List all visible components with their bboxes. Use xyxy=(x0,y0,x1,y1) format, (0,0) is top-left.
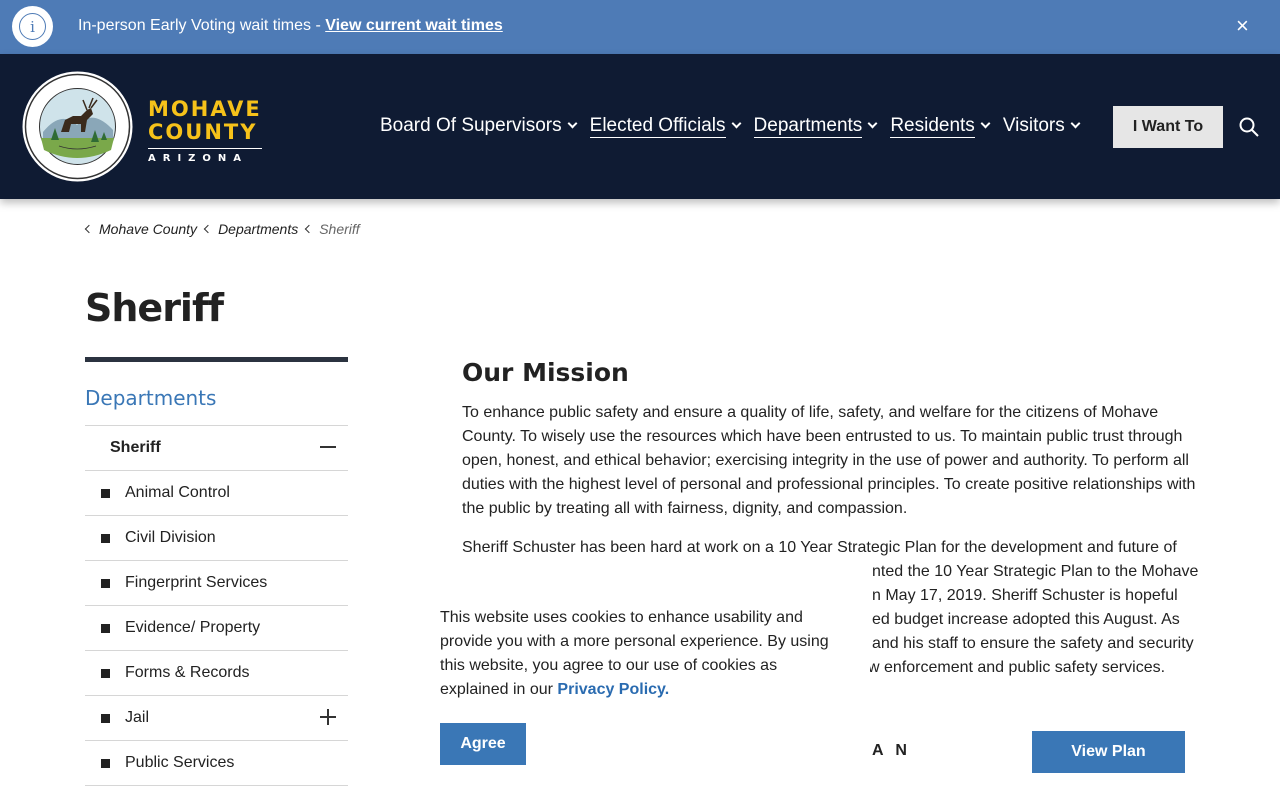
logo-line-mohave: MOHAVE xyxy=(148,97,262,121)
sidebar-item-label: Sheriff xyxy=(110,439,161,456)
breadcrumb-label: Sheriff xyxy=(319,221,360,237)
privacy-policy-link[interactable]: Privacy Policy. xyxy=(557,681,669,698)
sidebar-list: Sheriff Animal Control Civil Division Fi… xyxy=(85,425,348,786)
view-plan-button[interactable]: View Plan xyxy=(1032,731,1185,773)
sidebar-item-evidence-property[interactable]: Evidence/ Property xyxy=(85,606,348,651)
sidebar-item-jail[interactable]: Jail xyxy=(85,696,348,741)
chevron-down-icon[interactable] xyxy=(731,118,741,129)
page-title: Sheriff xyxy=(85,286,224,330)
square-bullet-icon xyxy=(101,488,110,498)
paragraph-line: Sheriff Schuster has been hard at work o… xyxy=(462,539,1177,556)
nav-departments[interactable]: Departments xyxy=(753,114,878,138)
chevron-down-icon[interactable] xyxy=(1070,118,1081,129)
nav-label: Elected Officials xyxy=(589,114,726,138)
square-bullet-icon xyxy=(101,623,110,633)
expand-icon[interactable] xyxy=(320,709,336,725)
nav-elected-officials[interactable]: Elected Officials xyxy=(589,114,741,138)
sidebar-item-sheriff[interactable]: Sheriff xyxy=(85,426,348,471)
logo-line-arizona: ARIZONA xyxy=(148,148,262,167)
sidebar-item-label: Civil Division xyxy=(125,529,216,546)
alert-message: In-person Early Voting wait times - View… xyxy=(78,17,503,35)
breadcrumb-departments[interactable]: Departments xyxy=(203,221,299,237)
sidebar-item-public-services[interactable]: Public Services xyxy=(85,741,348,786)
square-bullet-icon xyxy=(101,758,110,768)
alert-text: In-person Early Voting wait times - xyxy=(78,17,326,34)
county-wordmark[interactable]: MOHAVE COUNTY ARIZONA xyxy=(148,98,262,167)
nav-label: Board Of Supervisors xyxy=(380,115,562,136)
square-bullet-icon xyxy=(101,533,110,543)
chevron-left-icon xyxy=(84,224,94,234)
breadcrumb: Mohave County Departments Sheriff xyxy=(84,221,368,237)
cookie-message: This website uses cookies to enhance usa… xyxy=(440,606,840,702)
sidebar-item-label: Public Services xyxy=(125,754,235,771)
nav-residents[interactable]: Residents xyxy=(890,114,991,138)
breadcrumb-sheriff: Sheriff xyxy=(304,221,360,237)
square-bullet-icon xyxy=(101,668,110,678)
collapse-icon[interactable] xyxy=(320,439,336,455)
sidebar-item-label: Evidence/ Property xyxy=(125,619,261,636)
sidebar-item-fingerprint-services[interactable]: Fingerprint Services xyxy=(85,561,348,606)
cookie-banner: This website uses cookies to enhance usa… xyxy=(410,596,870,800)
sidebar-heading[interactable]: Departments xyxy=(85,386,216,410)
nav-label: Departments xyxy=(753,114,863,138)
chevron-down-icon[interactable] xyxy=(980,118,991,129)
sidebar-item-label: Jail xyxy=(125,709,150,726)
logo-line-county: COUNTY xyxy=(148,120,258,144)
chevron-down-icon[interactable] xyxy=(567,118,578,129)
main-nav: Board Of Supervisors Elected Officials D… xyxy=(380,114,1093,138)
chevron-left-icon xyxy=(203,224,213,234)
search-icon[interactable] xyxy=(1239,117,1259,137)
sidebar-item-label: Animal Control xyxy=(125,484,230,501)
paragraph-line: nted the 10 Year Strategic Plan to the M… xyxy=(872,563,1199,580)
breadcrumb-label: Mohave County xyxy=(99,221,198,237)
sidebar-item-forms-records[interactable]: Forms & Records xyxy=(85,651,348,696)
mission-heading: Our Mission xyxy=(462,358,629,387)
site-header: MOHAVE COUNTY ARIZONA Board Of Superviso… xyxy=(0,54,1280,199)
close-icon[interactable]: × xyxy=(1236,14,1249,38)
breadcrumb-label: Departments xyxy=(218,221,299,237)
sidebar-item-label: Forms & Records xyxy=(125,664,250,681)
sidebar-item-civil-division[interactable]: Civil Division xyxy=(85,516,348,561)
breadcrumb-mohave-county[interactable]: Mohave County xyxy=(84,221,198,237)
alert-link[interactable]: View current wait times xyxy=(325,17,503,34)
nav-board-of-supervisors[interactable]: Board Of Supervisors xyxy=(380,115,578,137)
sidebar-divider xyxy=(85,357,348,362)
mission-paragraph: To enhance public safety and ensure a qu… xyxy=(462,404,1196,517)
county-seal-logo[interactable] xyxy=(21,70,134,183)
sidebar-item-animal-control[interactable]: Animal Control xyxy=(85,471,348,516)
chevron-left-icon xyxy=(304,224,314,234)
i-want-to-button[interactable]: I Want To xyxy=(1113,106,1223,148)
nav-label: Residents xyxy=(890,114,975,138)
alert-bar: i In-person Early Voting wait times - Vi… xyxy=(0,0,1280,54)
square-bullet-icon xyxy=(101,578,110,588)
plan-label: A N xyxy=(872,742,911,759)
agree-button[interactable]: Agree xyxy=(440,723,526,765)
nav-visitors[interactable]: Visitors xyxy=(1002,115,1081,137)
sidebar-item-label: Fingerprint Services xyxy=(125,574,268,591)
chevron-down-icon[interactable] xyxy=(867,118,878,129)
info-icon: i xyxy=(12,6,53,47)
nav-label: Visitors xyxy=(1002,115,1065,136)
square-bullet-icon xyxy=(101,713,110,723)
